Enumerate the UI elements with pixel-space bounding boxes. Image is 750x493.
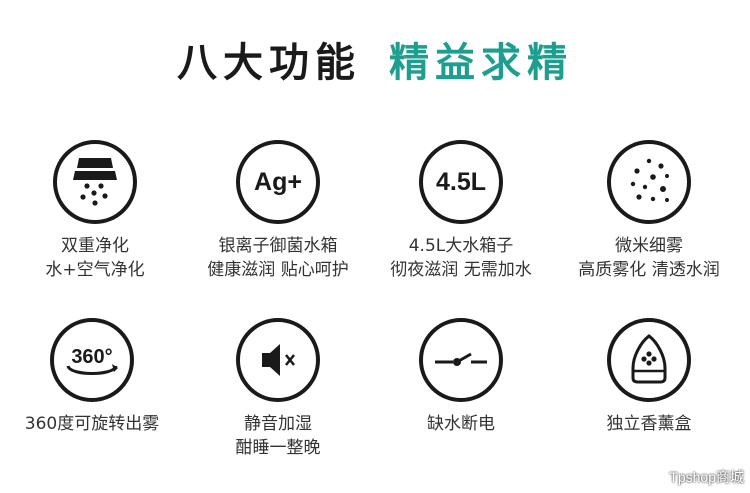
feature-label: 360度可旋转出雾 — [0, 412, 187, 436]
page-title: 八大功能 精益求精 — [0, 30, 750, 88]
feature-micro-mist: 微米细雾 高质雾化 清透水润 — [554, 140, 744, 282]
feature-label-line: 酣睡一整晚 — [235, 438, 321, 458]
feature-label-line: 双重净化 — [61, 236, 129, 256]
feature-label-line: 水+空气净化 — [45, 260, 145, 280]
feature-label-line: 健康滋润 贴心呵护 — [207, 260, 349, 280]
tank-capacity-icon: 4.5L — [435, 167, 487, 196]
mute-speaker-icon — [262, 344, 295, 376]
feature-auto-shutoff: 缺水断电 — [366, 318, 556, 436]
feature-label: 独立香薰盒 — [554, 412, 744, 436]
feature-label: 4.5L大水箱子 彻夜滋润 无需加水 — [366, 234, 556, 282]
feature-large-tank: 4.5L 4.5L大水箱子 彻夜滋润 无需加水 — [366, 140, 556, 282]
feature-icon-circle: Ag+ — [236, 140, 320, 224]
feature-icon-circle — [607, 318, 691, 402]
rotation-360-icon: 360° — [71, 345, 113, 368]
title-part2: 精益求精 — [389, 40, 573, 86]
water-cutoff-switch-icon — [435, 352, 487, 366]
feature-label-line: 彻夜滋润 无需加水 — [390, 260, 532, 280]
micro-mist-icon — [630, 158, 669, 202]
feature-label: 缺水断电 — [366, 412, 556, 436]
feature-icon-circle: 4.5L — [419, 140, 503, 224]
feature-label-line: 独立香薰盒 — [606, 414, 692, 434]
feature-quiet-humidify: 静音加湿 酣睡一整晚 — [183, 318, 373, 460]
site-watermark: Tpshop商城 — [669, 469, 744, 485]
feature-label-line: 360度可旋转出雾 — [24, 414, 160, 434]
feature-icon-circle — [53, 140, 137, 224]
feature-label-line: 银离子御菌水箱 — [218, 236, 338, 256]
feature-icon-circle — [236, 318, 320, 402]
feature-icon-circle: 360° — [50, 318, 134, 402]
feature-label-line: 高质雾化 清透水润 — [578, 260, 720, 280]
feature-label: 双重净化 水+空气净化 — [0, 234, 190, 282]
title-part1: 八大功能 — [177, 40, 361, 86]
feature-dual-purification: 双重净化 水+空气净化 — [0, 140, 190, 282]
feature-silver-ion-tank: Ag+ 银离子御菌水箱 健康滋润 贴心呵护 — [183, 140, 373, 282]
feature-icon-circle — [607, 140, 691, 224]
feature-label-line: 静音加湿 — [244, 414, 312, 434]
feature-label: 静音加湿 酣睡一整晚 — [183, 412, 373, 460]
feature-label: 银离子御菌水箱 健康滋润 贴心呵护 — [183, 234, 373, 282]
silver-ion-icon: Ag+ — [254, 167, 302, 196]
feature-label-line: 缺水断电 — [427, 414, 495, 434]
feature-label-line: 微米细雾 — [615, 236, 683, 256]
feature-360-rotation: 360° 360度可旋转出雾 — [0, 318, 187, 436]
dual-filter-icon — [73, 158, 117, 206]
aroma-box-icon — [631, 334, 667, 384]
feature-icon-circle — [419, 318, 503, 402]
feature-aroma-box: 独立香薰盒 — [554, 318, 744, 436]
feature-label-line: 4.5L大水箱子 — [408, 236, 514, 256]
feature-label: 微米细雾 高质雾化 清透水润 — [554, 234, 744, 282]
